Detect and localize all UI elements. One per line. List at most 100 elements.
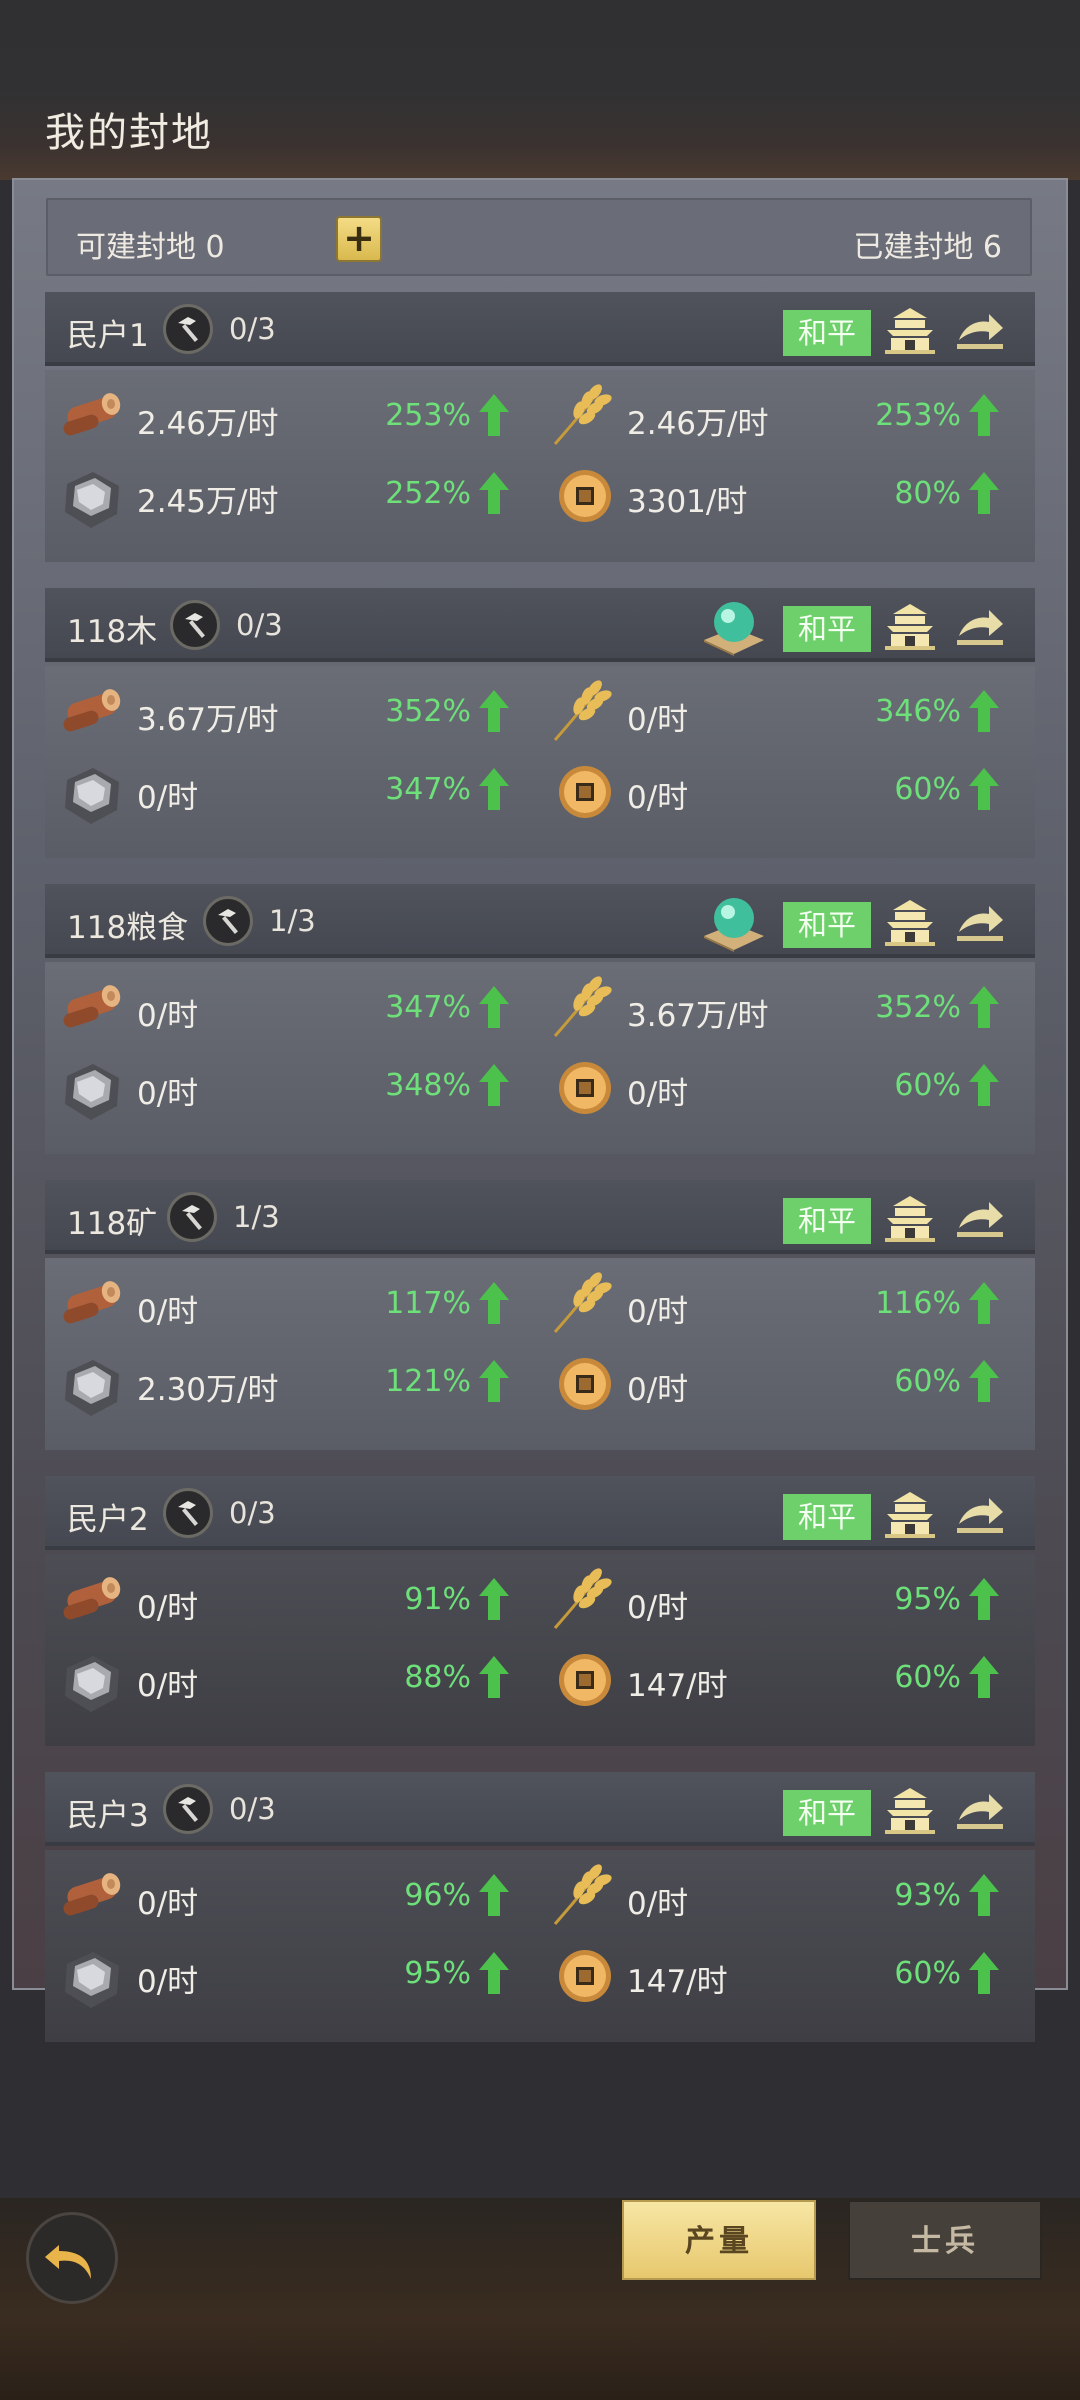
up-arrow-icon — [479, 986, 509, 1028]
peace-status-badge: 和平 — [783, 310, 871, 356]
up-arrow-icon — [969, 690, 999, 732]
buildable-count: 可建封地 0 — [76, 230, 225, 265]
fief-resources: 0/时 96% 0/时 93% 0/时 95% 147/时 60% — [45, 1850, 1035, 2042]
up-arrow-icon — [969, 1282, 999, 1324]
castle-icon[interactable] — [883, 1786, 937, 1834]
up-arrow-icon — [969, 986, 999, 1028]
fief-name: 民户3 — [67, 1798, 149, 1834]
iron-percent: 348% — [385, 1068, 471, 1103]
castle-icon[interactable] — [883, 602, 937, 650]
fief-summary: 可建封地 0 + 已建封地 6 — [46, 198, 1032, 276]
castle-icon[interactable] — [883, 898, 937, 946]
iron-ore-icon — [57, 762, 127, 832]
castle-icon[interactable] — [883, 306, 937, 354]
wood-percent: 347% — [385, 990, 471, 1025]
hammer-icon[interactable] — [163, 304, 213, 354]
hammer-icon[interactable] — [203, 896, 253, 946]
castle-icon[interactable] — [883, 1194, 937, 1242]
iron-percent: 121% — [385, 1364, 471, 1399]
go-to-icon[interactable] — [955, 606, 1005, 648]
fief-card: 民户1 0/3 和平 2.46万/时 253% 2.46万/时 253% 2.4… — [45, 292, 1035, 562]
go-to-icon[interactable] — [955, 1198, 1005, 1240]
up-arrow-icon — [969, 472, 999, 514]
iron-ore-icon — [57, 1058, 127, 1128]
coin-icon — [555, 762, 615, 826]
iron-rate: 2.30万/时 — [137, 1372, 279, 1408]
iron-rate: 0/时 — [137, 1964, 199, 2000]
up-arrow-icon — [479, 472, 509, 514]
peace-status-badge: 和平 — [783, 1790, 871, 1836]
back-button[interactable] — [26, 2212, 118, 2304]
peace-status-badge: 和平 — [783, 606, 871, 652]
coin-icon — [555, 466, 615, 530]
go-to-icon[interactable] — [955, 1494, 1005, 1536]
grain-percent: 95% — [894, 1582, 961, 1617]
coin-rate: 0/时 — [627, 1372, 689, 1408]
coin-icon — [555, 1650, 615, 1714]
up-arrow-icon — [969, 1360, 999, 1402]
peace-status-badge: 和平 — [783, 902, 871, 948]
fief-card: 118矿 1/3 和平 0/时 117% 0/时 116% 2.30万/时 12… — [45, 1180, 1035, 1450]
page-title: 我的封地 — [45, 110, 213, 156]
iron-ore-icon — [57, 1354, 127, 1424]
iron-rate: 0/时 — [137, 780, 199, 816]
coin-rate: 147/时 — [627, 1668, 728, 1704]
grain-percent: 116% — [875, 1286, 961, 1321]
grain-icon — [545, 674, 615, 748]
grain-percent: 253% — [875, 398, 961, 433]
tab-soldiers[interactable]: 士兵 — [848, 2200, 1042, 2280]
fief-resources: 0/时 91% 0/时 95% 0/时 88% 147/时 60% — [45, 1554, 1035, 1746]
hammer-icon[interactable] — [167, 1192, 217, 1242]
slot-count: 1/3 — [269, 904, 316, 938]
orb-icon[interactable] — [700, 596, 768, 656]
coin-percent: 60% — [894, 1364, 961, 1399]
grain-percent: 93% — [894, 1878, 961, 1913]
grain-icon — [545, 378, 615, 452]
coin-percent: 80% — [894, 476, 961, 511]
fief-header: 民户1 0/3 和平 — [45, 292, 1035, 366]
grain-icon — [545, 1266, 615, 1340]
grain-percent: 346% — [875, 694, 961, 729]
up-arrow-icon — [969, 1578, 999, 1620]
slot-count: 0/3 — [229, 1496, 276, 1530]
up-arrow-icon — [479, 1360, 509, 1402]
grain-rate: 2.46万/时 — [627, 406, 769, 442]
coin-percent: 60% — [894, 1068, 961, 1103]
fief-name: 118木 — [67, 614, 158, 650]
orb-icon[interactable] — [700, 892, 768, 952]
hammer-icon[interactable] — [170, 600, 220, 650]
wood-icon — [59, 1572, 125, 1628]
iron-ore-icon — [57, 1650, 127, 1720]
up-arrow-icon — [479, 1874, 509, 1916]
fief-resources: 0/时 117% 0/时 116% 2.30万/时 121% 0/时 60% — [45, 1258, 1035, 1450]
iron-percent: 347% — [385, 772, 471, 807]
wood-rate: 3.67万/时 — [137, 702, 279, 738]
hammer-icon[interactable] — [163, 1488, 213, 1538]
up-arrow-icon — [969, 768, 999, 810]
wood-icon — [59, 980, 125, 1036]
peace-status-badge: 和平 — [783, 1198, 871, 1244]
iron-percent: 88% — [404, 1660, 471, 1695]
fief-name: 民户2 — [67, 1502, 149, 1538]
fief-name: 118粮食 — [67, 910, 189, 946]
up-arrow-icon — [479, 394, 509, 436]
iron-percent: 252% — [385, 476, 471, 511]
tab-production[interactable]: 产量 — [622, 2200, 816, 2280]
go-to-icon[interactable] — [955, 902, 1005, 944]
coin-rate: 147/时 — [627, 1964, 728, 2000]
iron-rate: 0/时 — [137, 1668, 199, 1704]
slot-count: 0/3 — [229, 312, 276, 346]
wood-percent: 253% — [385, 398, 471, 433]
grain-icon — [545, 1562, 615, 1636]
coin-percent: 60% — [894, 772, 961, 807]
up-arrow-icon — [479, 1064, 509, 1106]
go-to-icon[interactable] — [955, 310, 1005, 352]
fief-resources: 3.67万/时 352% 0/时 346% 0/时 347% 0/时 60% — [45, 666, 1035, 858]
hammer-icon[interactable] — [163, 1784, 213, 1834]
go-to-icon[interactable] — [955, 1790, 1005, 1832]
grain-rate: 3.67万/时 — [627, 998, 769, 1034]
castle-icon[interactable] — [883, 1490, 937, 1538]
up-arrow-icon — [479, 1656, 509, 1698]
add-fief-button[interactable]: + — [336, 216, 382, 262]
wood-rate: 2.46万/时 — [137, 406, 279, 442]
